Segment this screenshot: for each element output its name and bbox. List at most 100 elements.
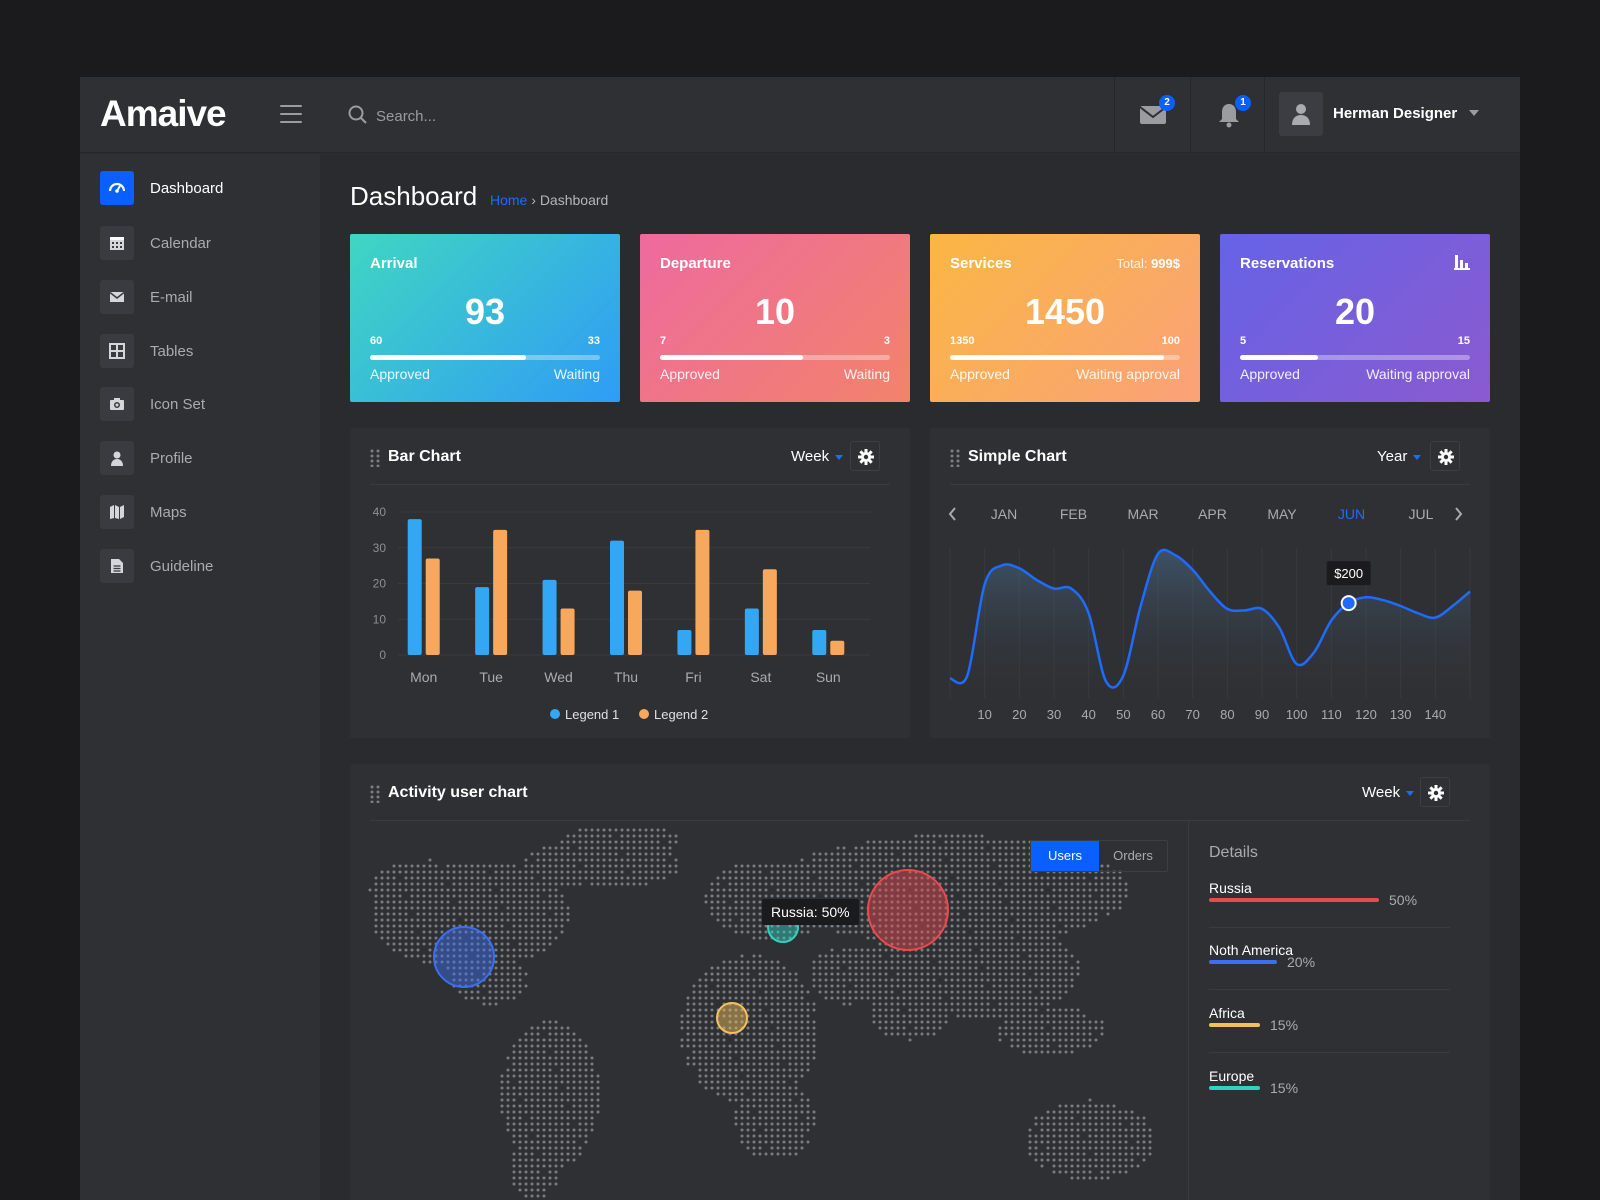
stat-card-reservations[interactable]: Reservations 20 5 15 Approved Waiting ap…: [1220, 234, 1490, 402]
stat-title: Arrival: [370, 255, 418, 272]
y-tick-label: 20: [373, 577, 387, 591]
bar-1: [677, 629, 692, 655]
sidebar-item-label: Profile: [150, 450, 193, 467]
details-bar: [1209, 960, 1277, 964]
user-name: Herman Designer: [1333, 105, 1458, 122]
month-tab[interactable]: APR: [1198, 506, 1227, 522]
legend-item: Legend 2: [639, 707, 708, 722]
details-name: Africa: [1209, 1005, 1245, 1021]
stat-left-number: 1350: [950, 335, 975, 347]
notification-button[interactable]: 1: [1190, 77, 1266, 153]
bar-1: [812, 629, 827, 655]
gear-icon: [1428, 785, 1444, 801]
chevron-right-icon[interactable]: [1455, 507, 1463, 521]
chart-tooltip: $200: [1334, 566, 1363, 581]
drag-handle-icon[interactable]: [370, 449, 380, 467]
stat-right-number: 15: [1457, 335, 1470, 347]
sidebar-item-maps[interactable]: Maps: [100, 495, 300, 531]
sidebar-item-profile[interactable]: Profile: [100, 441, 300, 477]
bar-2: [560, 608, 575, 655]
chevron-left-icon[interactable]: [948, 507, 956, 521]
month-tab[interactable]: FEB: [1060, 506, 1087, 522]
details-row-europe: Europe 15%: [1209, 1068, 1450, 1130]
mail-button[interactable]: 2: [1114, 77, 1190, 153]
stat-right-number: 100: [1161, 335, 1180, 347]
stat-left-label: Approved: [1240, 366, 1300, 382]
month-tab[interactable]: MAY: [1267, 506, 1297, 522]
bar-1: [542, 579, 557, 655]
x-tick-label: Mon: [410, 669, 437, 685]
stat-title: Services: [950, 255, 1012, 272]
stat-card-departure[interactable]: Departure 10 7 3 Approved Waiting: [640, 234, 910, 402]
table-icon: [100, 334, 134, 368]
x-tick-label: 100: [1286, 707, 1308, 722]
month-tab[interactable]: JUN: [1338, 506, 1365, 522]
settings-button[interactable]: [1430, 441, 1460, 471]
period-select[interactable]: Week: [1362, 784, 1414, 801]
stat-right-number: 33: [587, 335, 600, 347]
stat-title: Reservations: [1240, 255, 1335, 272]
panel-title: Bar Chart: [388, 448, 461, 465]
top-bar: Amaive 2 1 Herman Designer: [80, 77, 1520, 153]
y-tick-label: 0: [379, 648, 386, 662]
sidebar-item-label: Dashboard: [150, 180, 224, 197]
x-tick-label: Sat: [750, 669, 771, 685]
search-bar: [348, 101, 748, 131]
drag-handle-icon[interactable]: [370, 785, 380, 803]
month-tab[interactable]: JUL: [1409, 506, 1434, 522]
chevron-down-icon: [1469, 110, 1479, 116]
gear-icon: [858, 449, 874, 465]
search-input[interactable]: [376, 101, 736, 131]
x-tick-label: Tue: [479, 669, 503, 685]
period-select[interactable]: Week: [791, 448, 843, 465]
month-tab[interactable]: MAR: [1127, 506, 1158, 522]
sidebar-item-guideline[interactable]: Guideline: [100, 549, 300, 585]
breadcrumb-home-link[interactable]: Home: [490, 192, 527, 208]
stat-left-label: Approved: [660, 366, 720, 382]
map-dots: [368, 828, 1152, 1198]
sidebar-item-calendar[interactable]: Calendar: [100, 226, 300, 262]
stat-progress-fill: [660, 355, 803, 360]
x-tick-label: 20: [1012, 707, 1026, 722]
details-name: Noth America: [1209, 942, 1294, 958]
details-percent: 20%: [1287, 954, 1316, 970]
stat-value: 20: [1334, 291, 1376, 332]
stat-card-arrival[interactable]: Arrival 93 60 33 Approved Waiting: [350, 234, 620, 402]
details-percent: 50%: [1389, 892, 1418, 908]
page-title: Dashboard: [350, 181, 478, 211]
map-icon: [100, 495, 134, 529]
sidebar-item-dashboard[interactable]: Dashboard: [100, 171, 300, 207]
toggle-users-button[interactable]: Users: [1031, 841, 1099, 871]
stat-progress-track: [1240, 355, 1470, 360]
menu-toggle-icon[interactable]: [280, 105, 302, 123]
bar-1: [744, 608, 759, 655]
period-select[interactable]: Year: [1377, 448, 1421, 465]
avatar: [1279, 92, 1323, 136]
settings-button[interactable]: [850, 441, 880, 471]
toggle-orders-button[interactable]: Orders: [1099, 841, 1167, 871]
stat-total-value: 999$: [1151, 256, 1180, 271]
sidebar-item-icon-set[interactable]: Icon Set: [100, 387, 300, 423]
region-bubble: [716, 1002, 748, 1034]
map-tooltip: Russia: 50%: [762, 899, 859, 925]
stat-right-label: Waiting: [843, 366, 890, 382]
bar-chart: 0 10 20 30 40 Mon Tue Wed Thu Fri Sat Sun Legend 1 Le…: [373, 505, 870, 722]
month-tab[interactable]: JAN: [991, 506, 1017, 522]
sidebar-item-label: Maps: [150, 504, 187, 521]
stat-value: 10: [754, 291, 796, 332]
settings-button[interactable]: [1420, 777, 1450, 807]
sidebar-item-email[interactable]: E-mail: [100, 280, 300, 316]
sidebar-item-label: E-mail: [150, 289, 193, 306]
x-tick-label: 70: [1185, 707, 1199, 722]
brand-logo[interactable]: Amaive: [100, 93, 227, 135]
notification-badge: 1: [1235, 95, 1251, 111]
details-title: Details: [1209, 844, 1258, 861]
app-window: Amaive 2 1 Herman Designer Dashboar: [80, 77, 1520, 1200]
breadcrumb-separator: ›: [531, 192, 536, 208]
stat-card-services[interactable]: Services Total: 999$ 1450 1350 100 Appro…: [930, 234, 1200, 402]
bar-chart-icon[interactable]: [1454, 254, 1470, 270]
sidebar-item-label: Icon Set: [150, 396, 206, 413]
user-menu[interactable]: Herman Designer: [1264, 77, 1520, 153]
sidebar-item-tables[interactable]: Tables: [100, 334, 300, 370]
drag-handle-icon[interactable]: [950, 449, 960, 467]
